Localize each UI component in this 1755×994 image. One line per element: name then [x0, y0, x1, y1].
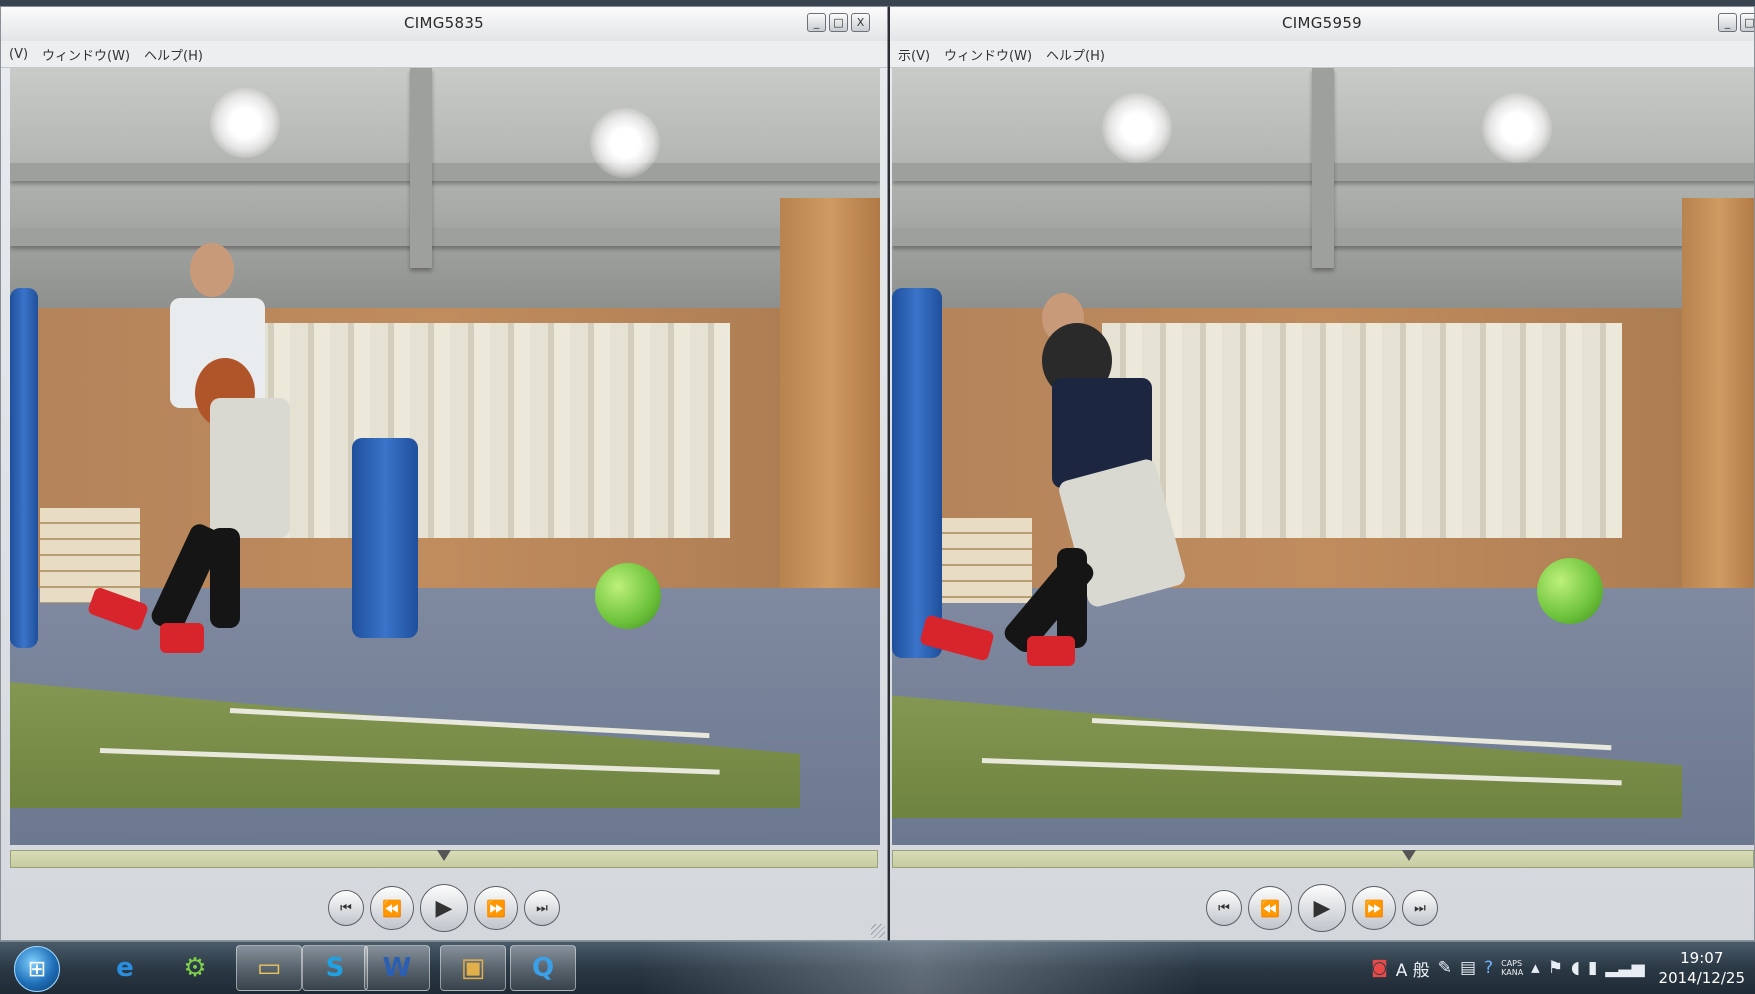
play-button[interactable]: ▶	[1298, 884, 1346, 932]
menu-bar: 示(V) ウィンドウ(W) ヘルプ(H)	[890, 41, 1754, 68]
chevron-up-icon[interactable]: ▴	[1531, 958, 1540, 978]
minimize-button[interactable]: _	[1718, 13, 1737, 32]
beam	[10, 163, 880, 181]
clock[interactable]: 19:07 2014/12/25	[1659, 948, 1745, 988]
exercise-ball	[1537, 558, 1603, 624]
skip-forward-button[interactable]: ⏭	[524, 890, 560, 926]
beam	[410, 68, 432, 268]
skip-back-button[interactable]: ⏮	[1206, 890, 1242, 926]
window-buttons: _ □	[1718, 13, 1754, 32]
media-icon[interactable]: ▣	[440, 945, 506, 991]
player-window-right[interactable]: CIMG5959 _ □ 示(V) ウィンドウ(W) ヘルプ(H) ⏮ ⏪ ▶ …	[888, 6, 1755, 941]
minimize-button[interactable]: _	[807, 13, 826, 32]
seek-bar[interactable]	[10, 850, 878, 868]
pitcher-head	[190, 243, 234, 297]
shield-icon[interactable]: ◙	[1371, 958, 1388, 978]
playback-controls: ⏮ ⏪ ▶ ⏩ ⏭	[890, 883, 1754, 933]
volume-icon[interactable]: ◖	[1571, 958, 1580, 978]
window-title: CIMG5959	[1281, 14, 1363, 32]
clock-date: 2014/12/25	[1658, 969, 1745, 987]
menu-view[interactable]: 示(V)	[898, 45, 930, 64]
title-bar[interactable]: CIMG5835 _ □ X	[1, 7, 887, 42]
ie-icon[interactable]: e	[92, 945, 158, 991]
start-button[interactable]: ⊞	[14, 946, 60, 992]
video-frame[interactable]	[892, 68, 1754, 845]
blue-pad	[352, 438, 418, 638]
fast-forward-button[interactable]: ⏩	[474, 886, 518, 930]
fast-forward-button[interactable]: ⏩	[1352, 886, 1396, 930]
curtain	[1102, 323, 1622, 538]
quicktime-icon[interactable]: Q	[510, 945, 576, 991]
word-icon[interactable]: W	[364, 945, 430, 991]
pitcher-pants	[210, 398, 290, 538]
flag-icon[interactable]: ⚑	[1548, 958, 1563, 978]
red-shoe	[1027, 636, 1075, 666]
playback-controls: ⏮ ⏪ ▶ ⏩ ⏭	[1, 883, 887, 933]
ime-indicator[interactable]: A 般	[1396, 956, 1430, 981]
red-shoe	[160, 623, 204, 653]
close-button[interactable]: X	[851, 13, 870, 32]
ceiling-light	[210, 88, 280, 158]
menu-window[interactable]: ウィンドウ(W)	[42, 45, 130, 64]
dictionary-icon[interactable]: ▤	[1460, 958, 1476, 978]
blue-pad	[10, 288, 38, 648]
play-button[interactable]: ▶	[420, 884, 468, 932]
skip-back-button[interactable]: ⏮	[328, 890, 364, 926]
window-title: CIMG5835	[403, 14, 485, 32]
video-frame[interactable]	[10, 68, 880, 845]
rewind-button[interactable]: ⏪	[1248, 886, 1292, 930]
kana-label: KANA	[1501, 968, 1524, 977]
beam	[10, 228, 880, 246]
caps-label: CAPS	[1501, 959, 1523, 968]
menu-help[interactable]: ヘルプ(H)	[144, 45, 203, 64]
rewind-button[interactable]: ⏪	[370, 886, 414, 930]
ceiling-light	[590, 108, 660, 178]
pitcher-leg	[210, 528, 240, 628]
curtain	[250, 323, 730, 538]
window-buttons: _ □ X	[807, 13, 870, 32]
playhead[interactable]	[1402, 850, 1416, 861]
ime-toolbar-icon[interactable]: ✎	[1438, 958, 1452, 978]
system-tray: ◙ A 般 ✎ ▤ ? CAPS KANA ▴ ⚑ ◖ ▮ ▂▃▅ 19:07 …	[1371, 942, 1755, 994]
exercise-ball	[595, 563, 661, 629]
ceiling	[10, 68, 880, 308]
taskbar-wallpaper	[640, 942, 1200, 994]
resize-grip-icon[interactable]	[871, 924, 885, 938]
menu-window[interactable]: ウィンドウ(W)	[944, 45, 1032, 64]
ceiling-light	[1102, 93, 1172, 163]
folder-icon[interactable]: ▭	[236, 945, 302, 991]
skip-forward-button[interactable]: ⏭	[1402, 890, 1438, 926]
beam	[1312, 68, 1334, 268]
ceiling-light	[1482, 93, 1552, 163]
playhead[interactable]	[437, 850, 451, 861]
signal-icon[interactable]: ▂▃▅	[1605, 958, 1644, 978]
skype-icon[interactable]: S	[302, 945, 368, 991]
taskbar: ⊞ e ⚙ ▭ S W ▣ Q ◙ A 般 ✎ ▤ ? CAPS KANA ▴ ⚑ ◖ ▮ …	[0, 941, 1755, 994]
maximize-button[interactable]: □	[1740, 13, 1754, 32]
blue-pad	[892, 288, 942, 658]
title-bar[interactable]: CIMG5959 _ □	[890, 7, 1754, 42]
help-icon[interactable]: ?	[1484, 958, 1493, 978]
player-window-left[interactable]: CIMG5835 _ □ X (V) ウィンドウ(W) ヘルプ(H) ⏮ ⏪ ▶…	[0, 6, 888, 941]
cardboard-boxes	[942, 518, 1032, 603]
clock-time: 19:07	[1680, 949, 1724, 967]
maximize-button[interactable]: □	[829, 13, 848, 32]
menu-help[interactable]: ヘルプ(H)	[1046, 45, 1105, 64]
menu-view[interactable]: (V)	[9, 47, 28, 62]
seek-bar[interactable]	[892, 850, 1754, 868]
network-icon[interactable]: ⚙	[162, 945, 228, 991]
power-icon[interactable]: ▮	[1588, 958, 1597, 978]
pitcher-leg	[1057, 548, 1087, 648]
menu-bar: (V) ウィンドウ(W) ヘルプ(H)	[1, 41, 887, 68]
cardboard-boxes	[40, 508, 140, 603]
caps-kana-indicator: CAPS KANA	[1501, 959, 1523, 977]
